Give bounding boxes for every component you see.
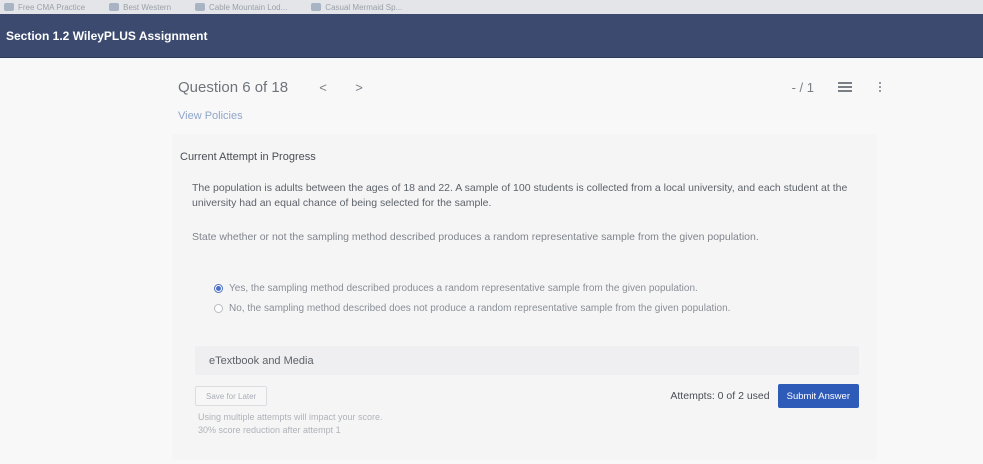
radio-button-selected[interactable] [214, 284, 223, 293]
bookmark-cable-mountain[interactable]: Cable Mountain Lod... [195, 3, 287, 12]
question-number: Question 6 of 18 [178, 78, 289, 96]
bookmark-label: Cable Mountain Lod... [209, 2, 288, 12]
question-score: - / 1 [791, 79, 814, 95]
bookmarks-bar: Free CMA Practice Best Western Cable Mou… [0, 0, 983, 14]
radio-button[interactable] [214, 304, 223, 313]
question-text: The population is adults between the age… [192, 182, 848, 209]
answer-option-no[interactable]: No, the sampling method described does n… [214, 303, 730, 314]
attempts-note: Using multiple attempts will impact your… [198, 412, 383, 422]
question-list-icon[interactable] [838, 81, 852, 93]
bookmark-label: Best Western [123, 2, 172, 12]
bookmark-best-western[interactable]: Best Western [109, 3, 171, 12]
bookmark-icon [109, 3, 120, 11]
etextbook-media-section[interactable]: eTextbook and Media [195, 346, 859, 375]
answer-option-yes[interactable]: Yes, the sampling method described produ… [214, 283, 698, 294]
bookmark-label: Free CMA Practice [18, 2, 86, 12]
attempts-counter: Attempts: 0 of 2 used [670, 390, 770, 402]
next-question-button[interactable]: > [354, 80, 364, 95]
score-reduction-note: 30% score reduction after attempt 1 [198, 425, 341, 435]
bookmark-icon [4, 3, 14, 11]
save-for-later-button[interactable]: Save for Later [195, 386, 268, 406]
view-policies-link[interactable]: View Policies [178, 110, 243, 122]
bookmark-casual-mermaid[interactable]: Casual Mermaid Sp... [311, 3, 402, 12]
bookmark-icon [311, 3, 322, 11]
answer-actions: Save for Later Attempts: 0 of 2 used Sub… [195, 383, 859, 409]
answer-option-label: No, the sampling method described does n… [229, 303, 731, 314]
question-panel: Current Attempt in Progress The populati… [172, 134, 877, 460]
bookmark-icon [195, 3, 206, 11]
bookmark-label: Casual Mermaid Sp... [325, 2, 403, 12]
submit-answer-button[interactable]: Submit Answer [777, 384, 859, 408]
main-content: Question 6 of 18 < > - / 1 View Policies… [0, 58, 983, 464]
previous-question-button[interactable]: < [318, 80, 328, 95]
attempt-status: Current Attempt in Progress [180, 151, 316, 163]
assignment-header: Section 1.2 WileyPLUS Assignment [0, 14, 983, 58]
question-prompt: State whether or not the sampling method… [192, 231, 759, 243]
answer-option-label: Yes, the sampling method described produ… [229, 283, 698, 294]
assignment-title: Section 1.2 WileyPLUS Assignment [6, 28, 208, 43]
question-header: Question 6 of 18 < > - / 1 [178, 76, 882, 98]
bookmark-free-cma[interactable]: Free CMA Practice [4, 3, 85, 12]
more-options-icon[interactable] [878, 82, 882, 92]
